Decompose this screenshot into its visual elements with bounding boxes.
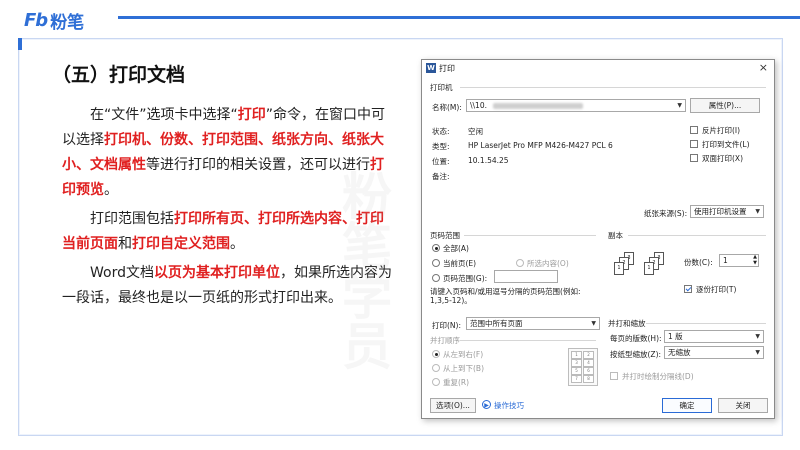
watermark: 粉笔学员	[334, 170, 392, 370]
printer-name-select[interactable]: \\10. ▼	[466, 99, 686, 112]
close-icon[interactable]: ×	[759, 61, 768, 74]
top-bar: Fb 粉笔	[0, 0, 800, 36]
merge-order-group-label: 并打顺序	[430, 336, 460, 345]
scale-value: 无缩放	[668, 348, 691, 357]
order-repeat-radio[interactable]	[432, 378, 440, 386]
collate-label[interactable]: 逐份打印(T)	[696, 284, 736, 295]
close-button[interactable]: 关闭	[718, 398, 768, 413]
dialog-title: 打印	[439, 64, 455, 73]
brand-logo: Fb 粉笔	[24, 9, 85, 33]
body-run: Word文档	[90, 265, 154, 281]
duplex-checkbox[interactable]	[690, 154, 698, 162]
collate-checkbox[interactable]	[684, 285, 692, 293]
copies-value: 1	[723, 256, 728, 265]
range-current-label[interactable]: 当前页(E)	[443, 258, 476, 269]
reverse-print-checkbox[interactable]	[690, 126, 698, 134]
page-range-input[interactable]	[494, 270, 558, 283]
divider	[646, 323, 766, 324]
highlight-text: 打印自定义范围	[132, 236, 230, 252]
paper-source-value: 使用打印机设置	[694, 207, 747, 216]
play-icon[interactable]: ▶	[482, 400, 491, 409]
order-tb-radio[interactable]	[432, 364, 440, 372]
print-dialog: W 打印 × 打印机 名称(M): \\10. ▼ 属性(P)... 状态: 空…	[421, 59, 775, 419]
paper-source-label: 纸张来源(S):	[644, 209, 688, 218]
chevron-down-icon: ▼	[755, 208, 760, 215]
print-to-file-checkbox[interactable]	[690, 140, 698, 148]
options-button[interactable]: 选项(O)...	[430, 398, 476, 413]
order-repeat-label[interactable]: 重复(R)	[443, 377, 469, 388]
body-run: 在“文件”选项卡中选择“	[90, 107, 238, 123]
status-label: 状态:	[432, 127, 450, 136]
status-value: 空闲	[468, 127, 483, 136]
paper-source-select[interactable]: 使用打印机设置 ▼	[690, 205, 764, 218]
copies-input[interactable]: 1 ▲ ▼	[719, 254, 759, 267]
pages-per-sheet-label: 每页的版数(H):	[610, 334, 662, 343]
print-what-label: 打印(N):	[432, 321, 461, 330]
wps-app-icon: W	[426, 63, 436, 73]
redacted-address	[493, 103, 583, 109]
range-current-radio[interactable]	[432, 259, 440, 267]
range-pages-label[interactable]: 页码范围(G):	[443, 273, 487, 284]
brand-logo-latin: Fb	[24, 9, 48, 31]
body-run: 打印范围包括	[90, 211, 174, 227]
brand-logo-cn: 粉笔	[50, 12, 85, 33]
chevron-down-icon: ▼	[677, 102, 682, 109]
range-selection-label[interactable]: 所选内容(O)	[527, 258, 569, 269]
copies-group-label: 副本	[608, 231, 623, 240]
order-tb-label[interactable]: 从上到下(B)	[443, 363, 484, 374]
order-lr-radio[interactable]	[432, 350, 440, 358]
print-what-value: 范围中所有页面	[470, 319, 523, 328]
zoom-group-label: 并打和缩放	[608, 319, 646, 328]
spin-arrows-icon[interactable]: ▲ ▼	[753, 254, 757, 266]
body-run: 和	[118, 236, 132, 252]
section-title: （五）打印文档	[52, 64, 186, 86]
highlight-text: 以页为基本打印单位	[153, 265, 280, 281]
merge-lines-checkbox[interactable]	[610, 372, 618, 380]
comment-label: 备注:	[432, 172, 450, 181]
order-preview-icon: 12 34 56 78	[568, 348, 598, 386]
location-value: 10.1.54.25	[468, 156, 509, 165]
range-selection-radio[interactable]	[516, 259, 524, 267]
ok-button[interactable]: 确定	[662, 398, 712, 413]
page-range-group-label: 页码范围	[430, 231, 460, 240]
duplex-label[interactable]: 双面打印(X)	[702, 153, 743, 164]
page-range-hint: 请键入页码和/或用逗号分隔的页码范围(例如: 1,3,5-12)。	[430, 287, 581, 305]
order-lr-label[interactable]: 从左到右(F)	[443, 349, 483, 360]
scale-label: 按纸型缩放(Z):	[610, 350, 662, 359]
chevron-down-icon: ▼	[755, 333, 760, 340]
dialog-titlebar[interactable]: W 打印 ×	[422, 60, 774, 76]
merge-lines-label[interactable]: 并打时绘制分隔线(D)	[622, 371, 694, 382]
pages-per-sheet-select[interactable]: 1 版 ▼	[664, 330, 764, 343]
printer-group-label: 打印机	[430, 83, 453, 92]
type-label: 类型:	[432, 142, 450, 151]
body-run: 。	[230, 236, 244, 252]
copies-label: 份数(C):	[684, 258, 713, 267]
highlight-text: 打印	[237, 107, 266, 123]
header-rule	[118, 16, 800, 19]
location-label: 位置:	[432, 157, 450, 166]
divider	[460, 340, 596, 341]
divider	[464, 235, 596, 236]
printer-name-label: 名称(M):	[432, 103, 462, 112]
type-value: HP LaserJet Pro MFP M426-M427 PCL 6	[468, 141, 613, 150]
print-to-file-label[interactable]: 打印到文件(L)	[702, 139, 750, 150]
chevron-down-icon: ▼	[755, 349, 760, 356]
body-run: 。	[104, 182, 118, 198]
range-all-radio[interactable]	[432, 244, 440, 252]
slide-accent	[18, 38, 22, 50]
divider	[628, 235, 766, 236]
divider	[460, 87, 766, 88]
reverse-print-label[interactable]: 反片打印(I)	[702, 125, 740, 136]
properties-button[interactable]: 属性(P)...	[690, 98, 760, 113]
pages-per-sheet-value: 1 版	[668, 332, 683, 341]
range-pages-radio[interactable]	[432, 274, 440, 282]
range-all-label[interactable]: 全部(A)	[443, 243, 469, 254]
chevron-down-icon: ▼	[591, 320, 596, 327]
printer-name-value: \\10.	[470, 101, 487, 110]
tips-link[interactable]: 操作技巧	[494, 400, 524, 411]
print-what-select[interactable]: 范围中所有页面 ▼	[466, 317, 600, 330]
scale-select[interactable]: 无缩放 ▼	[664, 346, 764, 359]
